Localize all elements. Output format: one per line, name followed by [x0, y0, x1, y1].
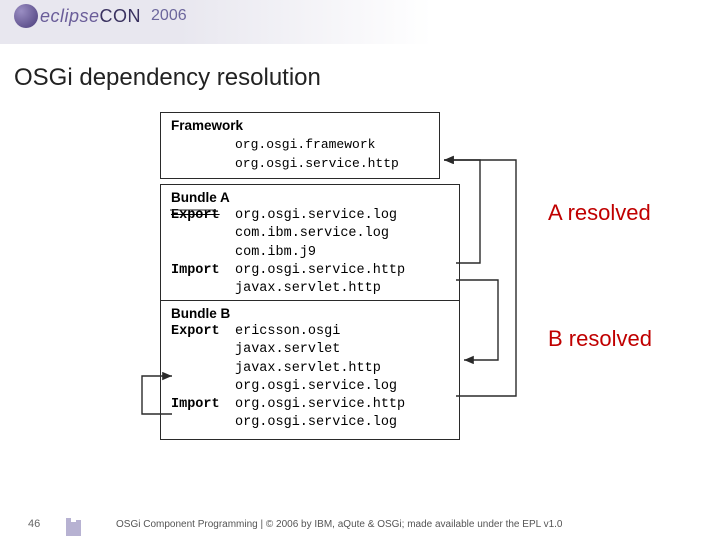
slide-header: eclipseCON 2006 — [0, 0, 720, 44]
footer-bars-icon — [66, 514, 81, 536]
slide-footer: 46 OSGi Component Programming | © 2006 b… — [0, 508, 720, 540]
bundle-a-import-pkgs: org.osgi.service.http javax.servlet.http — [235, 262, 405, 298]
bundle-b-import-row: Import org.osgi.service.http org.osgi.se… — [171, 396, 449, 432]
bundle-b-import-1: org.osgi.service.log — [235, 415, 397, 430]
slide-title: OSGi dependency resolution — [14, 64, 321, 92]
eclipsecon-logo: eclipseCON 2006 — [14, 4, 187, 28]
bundle-b-import-0: org.osgi.service.http — [235, 397, 405, 412]
bundle-a-export-kw: Export — [171, 207, 235, 262]
bundle-b-export-2: javax.servlet.http — [235, 361, 381, 376]
bundle-b-export-pkgs: ericsson.osgi javax.servlet javax.servle… — [235, 323, 397, 396]
bundle-a-import-row: Import org.osgi.service.http javax.servl… — [171, 262, 449, 298]
page-number: 46 — [28, 518, 40, 530]
bundle-a-export-2: com.ibm.j9 — [235, 245, 316, 260]
bundle-a-import-1: javax.servlet.http — [235, 281, 381, 296]
framework-box: Framework org.osgi.framework org.osgi.se… — [160, 112, 440, 179]
bundle-b-export-1: javax.servlet — [235, 342, 340, 357]
bundle-a-export-0: org.osgi.service.log — [235, 208, 397, 223]
label-a-resolved: A resolved — [548, 200, 651, 226]
label-b-resolved: B resolved — [548, 326, 652, 352]
bundle-b-heading: Bundle B — [171, 306, 230, 321]
framework-pkg-1: org.osgi.service.http — [235, 156, 399, 171]
bundle-a-box: Bundle A Export org.osgi.service.log com… — [160, 184, 460, 305]
bundle-a-import-0: org.osgi.service.http — [235, 263, 405, 278]
bundle-b-import-pkgs: org.osgi.service.http org.osgi.service.l… — [235, 396, 405, 432]
bundle-a-export-1: com.ibm.service.log — [235, 226, 389, 241]
bundle-b-box: Bundle B Export ericsson.osgi javax.serv… — [160, 300, 460, 440]
logo-ball-icon — [14, 4, 38, 28]
bundle-a-import-kw: Import — [171, 262, 235, 298]
bundle-a-export-pkgs: org.osgi.service.log com.ibm.service.log… — [235, 207, 397, 262]
bundle-b-import-kw: Import — [171, 396, 235, 432]
framework-pkg-0: org.osgi.framework — [235, 137, 375, 152]
logo-con: CON — [100, 6, 142, 26]
bundle-b-export-3: org.osgi.service.log — [235, 379, 397, 394]
framework-heading: Framework — [171, 118, 243, 133]
logo-year: 2006 — [151, 7, 187, 25]
logo-eclipse: eclipse — [40, 6, 100, 26]
bundle-b-export-kw: Export — [171, 323, 235, 396]
footer-text: OSGi Component Programming | © 2006 by I… — [116, 519, 562, 530]
bundle-a-heading: Bundle A — [171, 190, 230, 205]
bundle-a-export-row: Export org.osgi.service.log com.ibm.serv… — [171, 207, 449, 262]
bundle-b-export-row: Export ericsson.osgi javax.servlet javax… — [171, 323, 449, 396]
logo-text: eclipseCON — [40, 6, 141, 27]
bundle-b-export-0: ericsson.osgi — [235, 324, 340, 339]
